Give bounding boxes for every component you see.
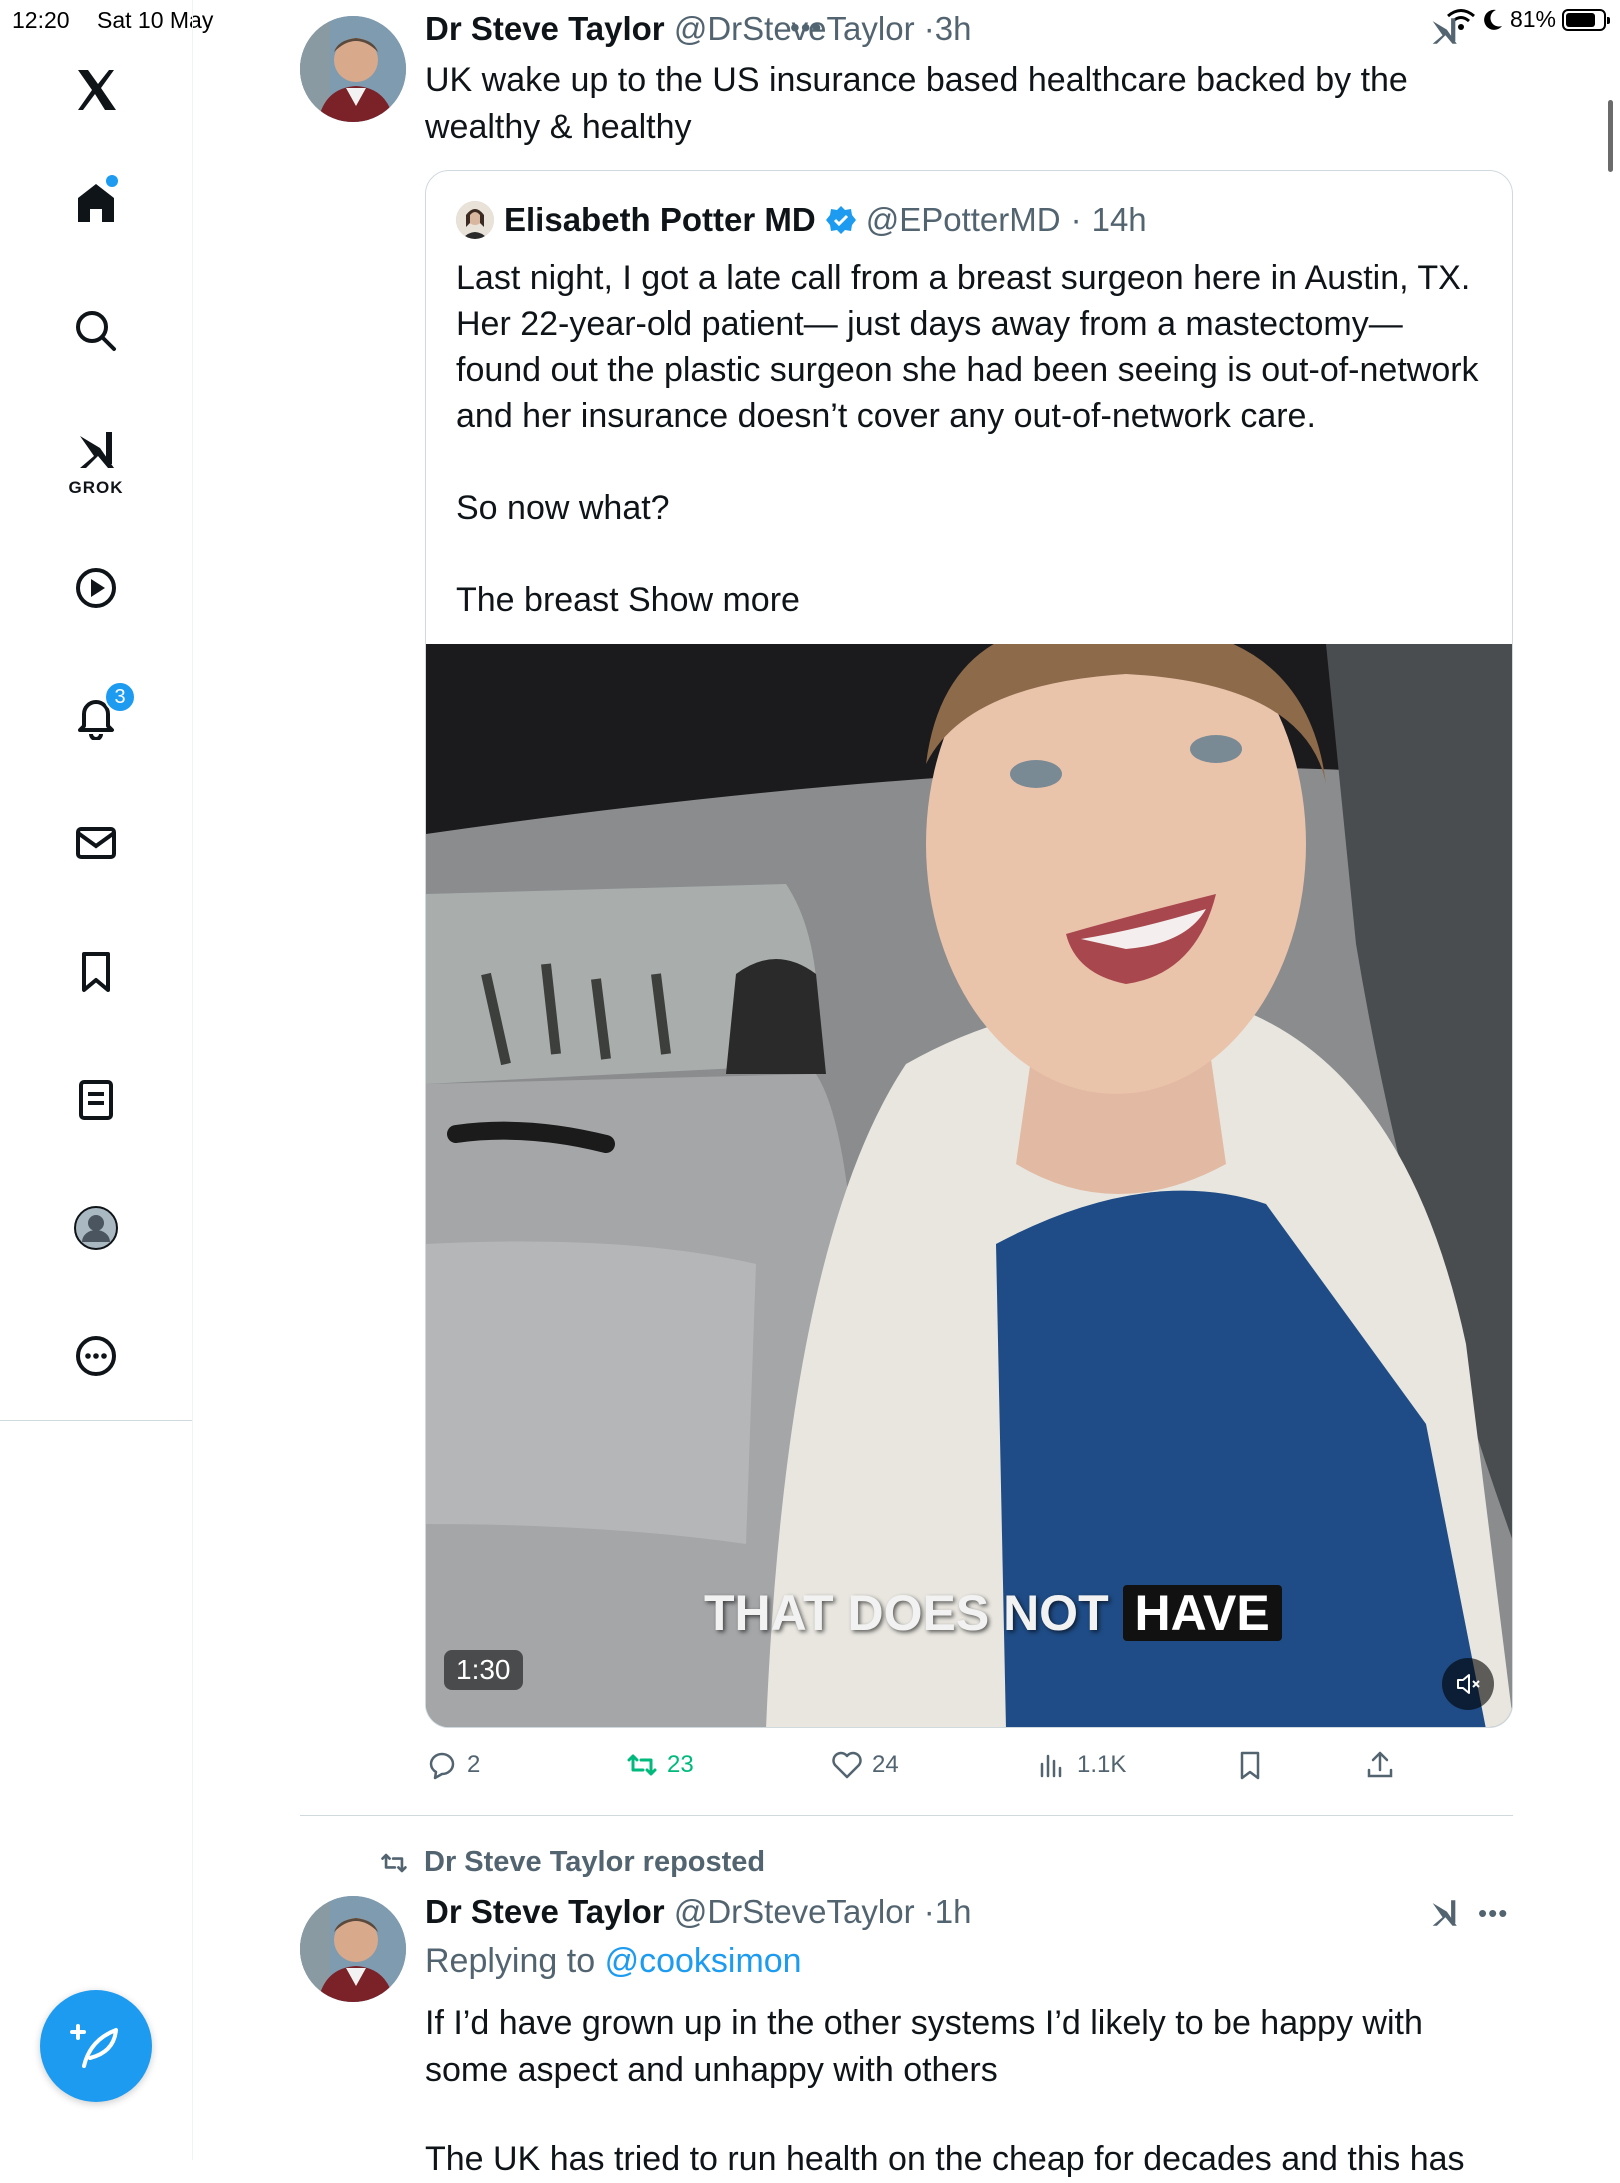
quote-author-name[interactable]: Elisabeth Potter MD <box>504 201 816 239</box>
share-icon <box>1367 1751 1393 1778</box>
scroll-indicator[interactable] <box>1608 100 1613 172</box>
repost-icon <box>627 1754 657 1776</box>
replying-prefix: Replying to <box>425 1942 596 1980</box>
share-button[interactable] <box>1363 1748 1397 1782</box>
battery-icon <box>1562 8 1610 31</box>
quote-author-handle[interactable]: @EPotterMD <box>866 201 1061 239</box>
grok-tweet-icon[interactable] <box>1426 14 1462 48</box>
repost-small-icon <box>381 1853 407 1872</box>
battery-level <box>1566 12 1596 27</box>
repost-count: 23 <box>667 1751 694 1778</box>
battery-percent: 81% <box>1509 6 1556 32</box>
caption-highlight-word: HAVE <box>1122 1585 1282 1641</box>
second-tweet-time[interactable]: 1h <box>935 1893 972 1930</box>
quote-time[interactable]: 14h <box>1092 201 1147 239</box>
tweet-text: UK wake up to the US insurance based hea… <box>425 61 1408 146</box>
quote-text: Last night, I got a late call from a bre… <box>456 255 1486 623</box>
repost-context[interactable]: Dr Steve Taylor reposted <box>376 1846 765 1879</box>
time-separator: · <box>923 10 935 47</box>
quote-body: Last night, I got a late call from a bre… <box>456 259 1479 619</box>
home-unread-dot <box>106 175 118 187</box>
do-not-disturb-moon-icon <box>1484 9 1502 30</box>
caption-text: THAT DOES NOT <box>704 1585 1109 1641</box>
second-tweet-text: If I’d have grown up in the other system… <box>425 2004 1423 2089</box>
compose-feather-icon <box>70 2024 118 2068</box>
quote-header: Elisabeth Potter MD @EPotterMD · 14h <box>456 201 1147 239</box>
sidebar-nav: GROK 3 <box>0 0 193 2160</box>
video-duration: 1:30 <box>444 1650 523 1690</box>
quoted-tweet-card[interactable]: Elisabeth Potter MD @EPotterMD · 14h Last … <box>425 170 1513 1728</box>
grok-label: GROK <box>68 478 124 497</box>
show-more-link[interactable]: Show more <box>628 581 800 619</box>
status-indicators: 81% <box>1446 6 1610 33</box>
second-author-handle[interactable]: @DrSteveTaylor <box>674 1893 915 1930</box>
muted-speaker-icon <box>1457 1674 1480 1694</box>
video-frame <box>426 644 1512 1727</box>
reply-count: 2 <box>467 1751 481 1778</box>
views-chart-icon <box>1040 1754 1062 1778</box>
tweet-time[interactable]: 3h <box>935 10 972 47</box>
author-name[interactable]: Dr Steve Taylor <box>425 10 665 47</box>
quote-author-avatar[interactable] <box>456 201 494 239</box>
replying-handle-link[interactable]: @cooksimon <box>605 1942 802 1980</box>
quote-time-separator: · <box>1070 201 1082 238</box>
views-button[interactable]: 1.1K <box>1035 1748 1126 1782</box>
like-count: 24 <box>872 1751 899 1778</box>
notifications-badge: 3 <box>104 681 136 713</box>
sidebar-divider <box>0 1420 192 1421</box>
views-count: 1.1K <box>1077 1751 1127 1778</box>
compose-post-button[interactable] <box>40 1990 152 2102</box>
video-icon[interactable] <box>56 548 136 628</box>
second-time-separator: · <box>923 1893 935 1930</box>
mute-button[interactable] <box>1442 1658 1494 1710</box>
bookmarks-icon[interactable] <box>56 932 136 1012</box>
second-author-name[interactable]: Dr Steve Taylor <box>425 1893 665 1930</box>
more-icon[interactable] <box>56 1316 136 1396</box>
bookmark-icon <box>1240 1751 1260 1780</box>
reply-icon <box>429 1752 455 1780</box>
tweet-divider <box>300 1815 1513 1816</box>
heart-icon <box>832 1751 862 1779</box>
lists-icon[interactable] <box>56 1060 136 1140</box>
verified-badge-icon <box>825 206 856 234</box>
tweet-actions: 2 23 24 1.1K <box>425 1748 1485 1790</box>
author-avatar[interactable] <box>300 16 406 122</box>
second-tweet-header: Dr Steve Taylor @DrSteveTaylor ·1h <box>425 1893 971 1931</box>
bookmark-button[interactable] <box>1233 1748 1267 1782</box>
more-options-icon[interactable]: ••• <box>1478 1898 1508 1929</box>
messages-icon[interactable] <box>56 803 136 883</box>
x-logo-icon[interactable] <box>56 50 136 130</box>
replying-to: Replying to @cooksimon <box>425 1942 802 1981</box>
notifications-icon[interactable]: 3 <box>56 676 136 756</box>
profile-icon[interactable] <box>56 1188 136 1268</box>
second-author-avatar[interactable] <box>300 1896 406 2002</box>
author-handle[interactable]: @DrSteveTaylor <box>674 10 915 47</box>
home-icon[interactable] <box>56 163 136 243</box>
repost-button[interactable]: 23 <box>625 1748 694 1782</box>
tweet-header: Dr Steve Taylor @DrSteveTaylor ·3h <box>425 10 971 48</box>
like-button[interactable]: 24 <box>830 1748 899 1782</box>
video-caption: THAT DOES NOT HAVE <box>704 1584 1282 1642</box>
video-player[interactable]: THAT DOES NOT HAVE 1:30 <box>426 644 1512 1727</box>
reply-button[interactable]: 2 <box>425 1748 480 1782</box>
repost-label: Dr Steve Taylor reposted <box>424 1846 766 1878</box>
search-icon[interactable] <box>56 291 136 371</box>
grok-second-tweet-icon[interactable] <box>1426 1896 1462 1930</box>
